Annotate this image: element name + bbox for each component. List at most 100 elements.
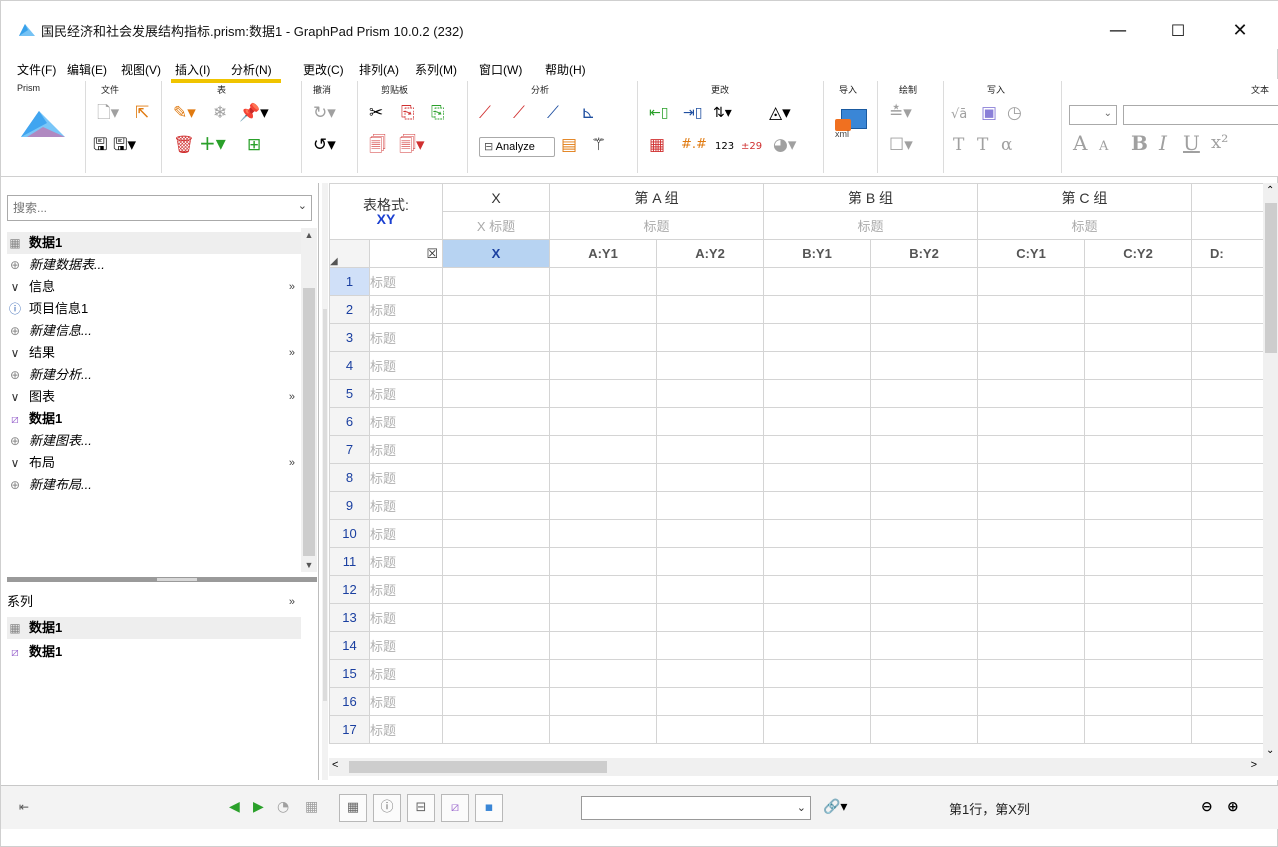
fill-color-icon[interactable]: ◬▾ xyxy=(769,103,791,123)
data-cell[interactable] xyxy=(763,407,871,436)
data-cell[interactable] xyxy=(977,547,1085,576)
data-cell[interactable] xyxy=(1084,435,1192,464)
zoom-out-icon[interactable]: ⊖ xyxy=(1201,797,1213,817)
paste-options-icon[interactable]: 🗐▾ xyxy=(399,135,425,155)
data-cell[interactable] xyxy=(549,603,657,632)
row-title[interactable]: 标题 xyxy=(369,295,443,324)
data-cell[interactable] xyxy=(656,575,764,604)
menu-family[interactable]: 系列(M) xyxy=(415,61,457,78)
data-cell[interactable] xyxy=(656,519,764,548)
row-title[interactable]: 标题 xyxy=(369,631,443,660)
data-cell[interactable] xyxy=(1191,351,1274,380)
data-cell[interactable] xyxy=(656,491,764,520)
data-cell[interactable] xyxy=(763,267,871,296)
results-icon[interactable]: ▤ xyxy=(561,135,577,155)
column-header-a-y2[interactable]: A:Y2 xyxy=(656,239,764,268)
column-header-b-y1[interactable]: B:Y1 xyxy=(763,239,871,268)
table-horizontal-scrollbar[interactable]: < > xyxy=(329,758,1278,776)
row-number[interactable]: 16 xyxy=(329,687,370,716)
data-cell[interactable] xyxy=(549,407,657,436)
xy-graph-icon[interactable]: ⟋ xyxy=(479,103,491,123)
toggle-navigator-icon[interactable]: ⇤ xyxy=(19,797,29,817)
data-cell[interactable] xyxy=(1084,267,1192,296)
data-cell[interactable] xyxy=(1084,687,1192,716)
data-cell[interactable] xyxy=(1084,603,1192,632)
data-cell[interactable] xyxy=(870,351,978,380)
row-title[interactable]: 标题 xyxy=(369,463,443,492)
superscript-button[interactable]: x² xyxy=(1211,133,1228,153)
draw-shape-icon[interactable]: ≛▾ xyxy=(889,103,912,123)
grow-font-icon[interactable]: A xyxy=(1073,133,1087,153)
nav-new-data-table[interactable]: ⊕ 新建数据表... xyxy=(7,254,301,276)
equation-icon[interactable]: √ā xyxy=(951,105,967,125)
data-cell[interactable] xyxy=(977,379,1085,408)
tab-results[interactable]: ⊟ xyxy=(407,794,435,822)
data-cell[interactable] xyxy=(870,379,978,408)
menu-analyze[interactable]: 分析(N) xyxy=(231,61,272,78)
data-cell[interactable] xyxy=(763,659,871,688)
column-header-x[interactable]: X xyxy=(442,239,550,268)
clock-icon[interactable]: ◷ xyxy=(1007,103,1022,123)
row-number[interactable]: 17 xyxy=(329,715,370,744)
draw-rect-icon[interactable]: ☐▾ xyxy=(889,135,913,155)
data-cell[interactable] xyxy=(1191,659,1274,688)
nav-new-graph[interactable]: ⊕ 新建图表... xyxy=(7,430,301,452)
bar-graph-icon[interactable]: ⊾ xyxy=(581,103,595,123)
data-cell[interactable] xyxy=(1191,295,1274,324)
row-number[interactable]: 13 xyxy=(329,603,370,632)
data-cell[interactable] xyxy=(656,267,764,296)
data-cell[interactable] xyxy=(977,351,1085,380)
data-cell[interactable] xyxy=(763,435,871,464)
data-cell[interactable] xyxy=(977,435,1085,464)
nav-section-results[interactable]: ∨ 结果 » xyxy=(7,342,301,364)
data-cell[interactable] xyxy=(763,379,871,408)
cut-icon[interactable]: ✂ xyxy=(369,103,383,123)
data-cell[interactable] xyxy=(977,659,1085,688)
word-icon[interactable]: ▣ xyxy=(981,103,997,123)
nav-item-data-table[interactable]: ▦ 数据1 xyxy=(7,232,301,254)
row-title[interactable]: 标题 xyxy=(369,659,443,688)
row-number[interactable]: 8 xyxy=(329,463,370,492)
data-cell[interactable] xyxy=(656,295,764,324)
data-cell[interactable] xyxy=(549,435,657,464)
chevron-down-icon[interactable]: ⌄ xyxy=(797,801,806,814)
menu-change[interactable]: 更改(C) xyxy=(303,61,344,78)
tab-layouts[interactable]: ▪ xyxy=(475,794,503,822)
next-sheet-icon[interactable]: ▶ xyxy=(253,797,264,817)
data-cell[interactable] xyxy=(870,715,978,744)
nav-section-graphs[interactable]: ∨ 图表 » xyxy=(7,386,301,408)
data-cell[interactable] xyxy=(549,267,657,296)
menu-window[interactable]: 窗口(W) xyxy=(479,61,522,78)
data-cell[interactable] xyxy=(1191,435,1274,464)
scroll-up-icon[interactable]: ▲ xyxy=(301,230,317,240)
row-title[interactable]: 标题 xyxy=(369,491,443,520)
data-cell[interactable] xyxy=(656,715,764,744)
data-cell[interactable] xyxy=(442,659,550,688)
insert-row-icon[interactable]: ⇤▯ xyxy=(649,103,668,123)
nav-item-project-info[interactable]: ⓘ 项目信息1 xyxy=(7,298,301,320)
table-vertical-scrollbar[interactable]: ⌃ ⌄ xyxy=(1263,183,1278,758)
data-cell[interactable] xyxy=(977,463,1085,492)
data-cell[interactable] xyxy=(656,659,764,688)
paste-icon[interactable]: 🗐 xyxy=(369,135,386,155)
data-cell[interactable] xyxy=(1084,295,1192,324)
font-size-select[interactable]: ⌄ xyxy=(1069,105,1117,125)
sort-icon[interactable]: ⇅▾ xyxy=(713,103,732,123)
shrink-font-icon[interactable]: A xyxy=(1099,137,1108,157)
data-cell[interactable] xyxy=(549,295,657,324)
open-file-icon[interactable]: ⇱ xyxy=(135,103,149,123)
bold-button[interactable]: B xyxy=(1131,133,1148,153)
data-cell[interactable] xyxy=(1084,519,1192,548)
data-cell[interactable] xyxy=(870,547,978,576)
row-title[interactable]: 标题 xyxy=(369,519,443,548)
data-cell[interactable] xyxy=(1084,351,1192,380)
row-title[interactable]: 标题 xyxy=(369,547,443,576)
data-cell[interactable] xyxy=(763,715,871,744)
undo-icon[interactable]: ↺▾ xyxy=(313,135,336,155)
underline-button[interactable]: U xyxy=(1183,133,1200,153)
nav-new-layout[interactable]: ⊕ 新建布局... xyxy=(7,474,301,496)
series-item-graph[interactable]: ⧄ 数据1 xyxy=(7,641,301,663)
data-cell[interactable] xyxy=(763,491,871,520)
data-cell[interactable] xyxy=(1084,379,1192,408)
line-graph-icon[interactable]: ⟋ xyxy=(513,103,525,123)
